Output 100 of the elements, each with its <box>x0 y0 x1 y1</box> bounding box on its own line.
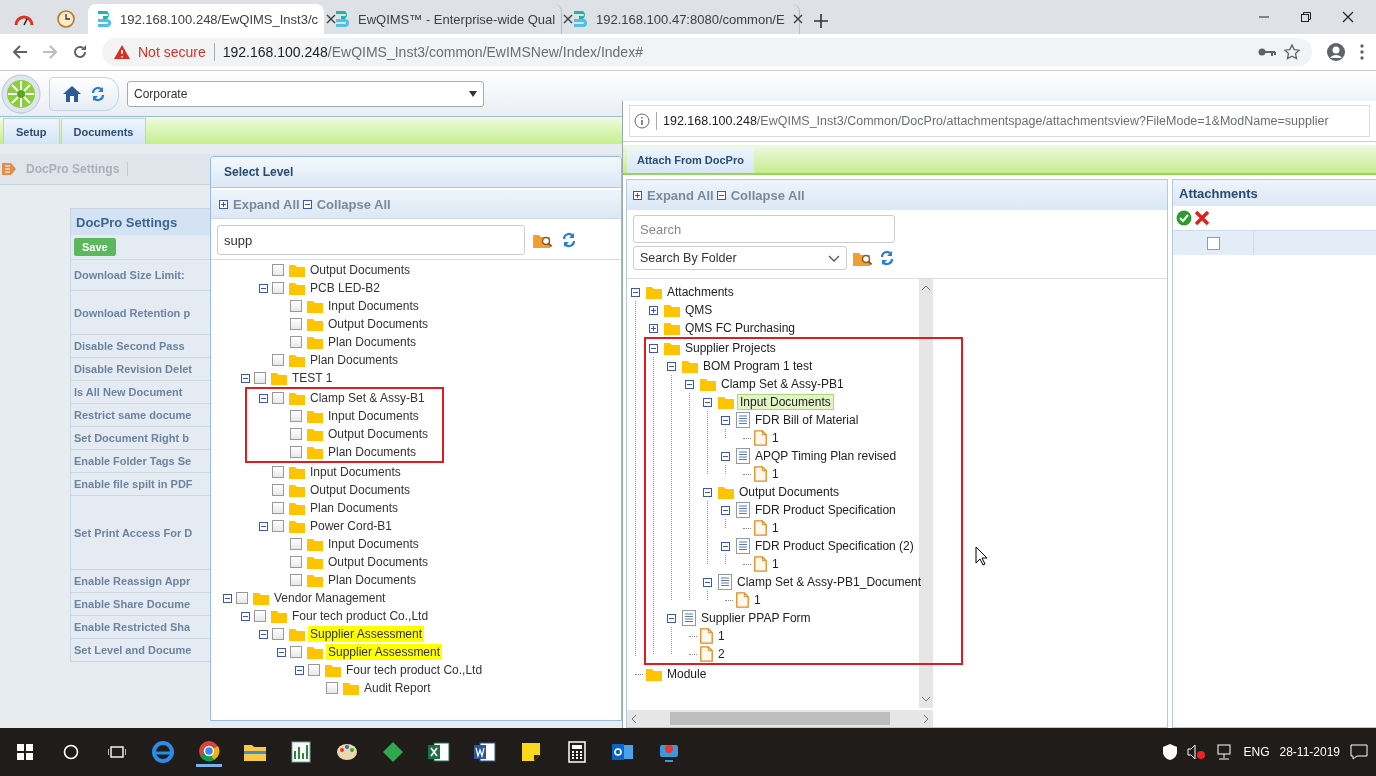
scroll-up-icon[interactable] <box>921 285 931 291</box>
profile-icon[interactable] <box>1326 42 1346 62</box>
diamond-app-icon[interactable] <box>382 741 404 763</box>
tree-item-label[interactable]: PCB LED-B2 <box>308 280 383 296</box>
minus-box-icon[interactable] <box>241 611 250 621</box>
search-mode-dropdown[interactable]: Search By Folder <box>633 246 847 270</box>
close-icon[interactable] <box>792 14 803 24</box>
minus-box-icon[interactable] <box>703 397 712 407</box>
tree-item-label[interactable]: BOM Program 1 test <box>701 358 815 374</box>
minus-box-icon[interactable] <box>241 373 250 383</box>
tree-item-label[interactable]: Attachments <box>665 284 736 300</box>
checkbox[interactable] <box>290 410 302 422</box>
reload-icon[interactable] <box>72 44 88 60</box>
tree-item-label[interactable]: 2 <box>716 646 727 662</box>
task-view-icon[interactable] <box>108 744 126 760</box>
folder-search-icon[interactable] <box>533 232 553 248</box>
windows-logo-icon[interactable] <box>17 744 33 760</box>
checkbox[interactable] <box>326 682 338 694</box>
tree-item-label[interactable]: 1 <box>770 466 781 482</box>
search-field[interactable]: supp <box>217 225 525 255</box>
minus-box-icon[interactable] <box>295 665 304 675</box>
tree-item-label[interactable]: Input Documents <box>326 536 421 552</box>
checkbox[interactable] <box>272 484 284 496</box>
checkbox[interactable] <box>254 372 266 384</box>
menu-tab[interactable]: Setup <box>3 118 60 144</box>
refresh-icon[interactable] <box>879 250 895 266</box>
tree-item-label[interactable]: Clamp Set & Assy-B1 <box>308 390 427 406</box>
minus-box-icon[interactable] <box>259 521 268 531</box>
minus-box-icon[interactable] <box>667 361 676 371</box>
tree-item-label[interactable]: FDR Bill of Material <box>753 412 861 428</box>
starburst-logo-icon[interactable] <box>1 73 41 114</box>
search-field[interactable]: Search <box>633 215 895 243</box>
scroll-down-icon[interactable] <box>921 696 931 702</box>
tree-item-label[interactable]: Supplier Assessment <box>308 626 425 642</box>
shield-icon[interactable] <box>1163 744 1178 760</box>
palette-icon[interactable] <box>336 742 358 762</box>
mail-app-icon[interactable] <box>612 742 634 762</box>
tree-item-label[interactable]: QMS <box>683 302 715 318</box>
tree-item-label[interactable]: Input Documents <box>326 408 421 424</box>
checkbox[interactable] <box>272 282 284 294</box>
minus-box-icon[interactable] <box>703 577 712 587</box>
checkbox[interactable] <box>290 300 302 312</box>
tree-item-label[interactable]: 1 <box>770 520 781 536</box>
check-icon[interactable] <box>1176 210 1192 226</box>
tree-item-label[interactable]: FDR Product Specification <box>753 502 898 518</box>
browser-tab[interactable]: 192.168.100.47:8080/common/E <box>564 4 800 34</box>
tree-item-label[interactable]: Output Documents <box>308 482 413 498</box>
tree-item-label[interactable]: Audit Report <box>362 680 433 696</box>
clock-icon[interactable] <box>57 10 75 28</box>
key-icon[interactable] <box>1258 47 1276 57</box>
address-bar[interactable]: 192.168.100.248/EwQIMS_Inst3/Common/DocPro/attachmentspage/attachmentsview?FileMode=1&ModName=supplier <box>629 105 1370 137</box>
tree-item-label[interactable]: Plan Documents <box>326 572 419 588</box>
checkbox[interactable] <box>272 502 284 514</box>
vertical-scrollbar[interactable] <box>919 279 933 708</box>
refresh-icon[interactable] <box>561 232 577 248</box>
back-icon[interactable] <box>12 44 28 60</box>
tree-item-label[interactable]: Module <box>665 666 709 682</box>
tree-item-label[interactable]: Supplier PPAP Form <box>699 610 813 626</box>
scroll-left-icon[interactable] <box>631 713 637 724</box>
minus-box-icon[interactable] <box>685 379 694 389</box>
checkbox[interactable] <box>254 610 266 622</box>
minus-box-icon[interactable] <box>302 199 312 209</box>
checkbox[interactable] <box>272 392 284 404</box>
tree-item-label[interactable]: Vendor Management <box>272 590 388 606</box>
minus-box-icon[interactable] <box>721 415 730 425</box>
tree-item-label[interactable]: Input Documents <box>308 464 403 480</box>
tree-item-label[interactable]: Plan Documents <box>326 444 419 460</box>
tree-item-label[interactable]: Input Documents <box>326 298 421 314</box>
tree-item-label[interactable]: FDR Product Specification (2) <box>753 538 916 554</box>
minus-box-icon[interactable] <box>259 393 268 403</box>
notification-icon[interactable] <box>1350 744 1368 760</box>
plus-box-icon[interactable] <box>649 305 658 315</box>
home-icon[interactable] <box>62 84 82 103</box>
cross-icon[interactable] <box>1194 210 1210 226</box>
browser-tab[interactable]: EwQIMS™ - Enterprise-wide Qual <box>326 4 562 34</box>
checkbox[interactable] <box>290 538 302 550</box>
checkbox[interactable] <box>272 466 284 478</box>
checkbox[interactable] <box>290 318 302 330</box>
checkbox[interactable] <box>290 574 302 586</box>
minus-box-icon[interactable] <box>631 287 640 297</box>
checkbox[interactable] <box>290 646 302 658</box>
tree-item-label[interactable]: Four tech product Co.,Ltd <box>290 608 431 624</box>
checkbox[interactable] <box>236 592 248 604</box>
menu-tab[interactable]: Documents <box>60 118 147 144</box>
checkbox[interactable] <box>290 336 302 348</box>
plus-box-icon[interactable] <box>649 323 658 333</box>
tree-item-label[interactable]: Supplier Projects <box>683 340 778 356</box>
close-icon[interactable] <box>326 14 336 24</box>
minus-box-icon[interactable] <box>721 505 730 515</box>
minus-box-icon[interactable] <box>721 451 730 461</box>
calculator-icon[interactable] <box>568 741 586 763</box>
checkbox[interactable] <box>272 354 284 366</box>
refresh-icon[interactable] <box>90 85 106 102</box>
star-icon[interactable] <box>1284 44 1300 60</box>
checkbox[interactable] <box>290 446 302 458</box>
tree-item-label[interactable]: Output Documents <box>737 484 842 500</box>
tab[interactable]: Attach From DocPro <box>627 147 754 173</box>
tree-item-label[interactable]: QMS FC Purchasing <box>683 320 798 336</box>
tree-item-label[interactable]: Output Documents <box>326 426 431 442</box>
tree-item-label[interactable]: Clamp Set & Assy-PB1_Document <box>735 574 924 590</box>
